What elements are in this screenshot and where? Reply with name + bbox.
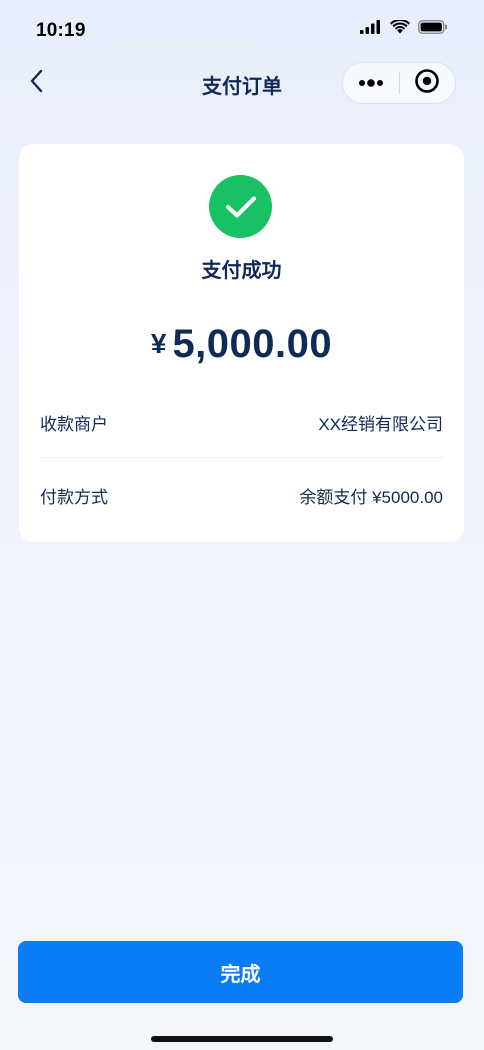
status-bar: 10:19 xyxy=(0,0,484,60)
currency-symbol: ¥ xyxy=(150,328,167,359)
more-dots-icon xyxy=(358,74,384,92)
detail-value: 余额支付 ¥5000.00 xyxy=(299,487,443,507)
target-circle-icon xyxy=(414,68,440,99)
detail-value: XX经销有限公司 xyxy=(318,414,443,434)
mini-program-capsule xyxy=(342,62,456,104)
nav-bar: 支付订单 xyxy=(0,60,484,106)
detail-row-payment-method: 付款方式 余额支付 ¥5000.00 xyxy=(40,480,443,510)
divider xyxy=(40,457,443,458)
detail-row-merchant: 收款商户 XX经销有限公司 xyxy=(40,407,443,437)
payment-amount: ¥5,000.00 xyxy=(19,322,464,367)
detail-label: 收款商户 xyxy=(40,414,108,434)
close-miniprogram-button[interactable] xyxy=(400,63,456,103)
signal-icon xyxy=(360,20,382,34)
status-text: 支付成功 xyxy=(201,260,282,282)
home-indicator xyxy=(151,1036,333,1042)
battery-icon xyxy=(418,20,448,34)
detail-label: 付款方式 xyxy=(40,487,108,507)
status-time: 10:19 xyxy=(36,20,86,41)
success-check-icon xyxy=(209,175,272,238)
more-button[interactable] xyxy=(343,63,399,103)
done-button[interactable]: 完成 xyxy=(18,941,463,1003)
status-icons xyxy=(360,20,448,34)
amount-value: 5,000.00 xyxy=(172,322,333,366)
wifi-icon xyxy=(390,20,410,34)
payment-result-card: 支付成功 ¥5,000.00 收款商户 XX经销有限公司 付款方式 余额支付 ¥… xyxy=(19,144,464,542)
